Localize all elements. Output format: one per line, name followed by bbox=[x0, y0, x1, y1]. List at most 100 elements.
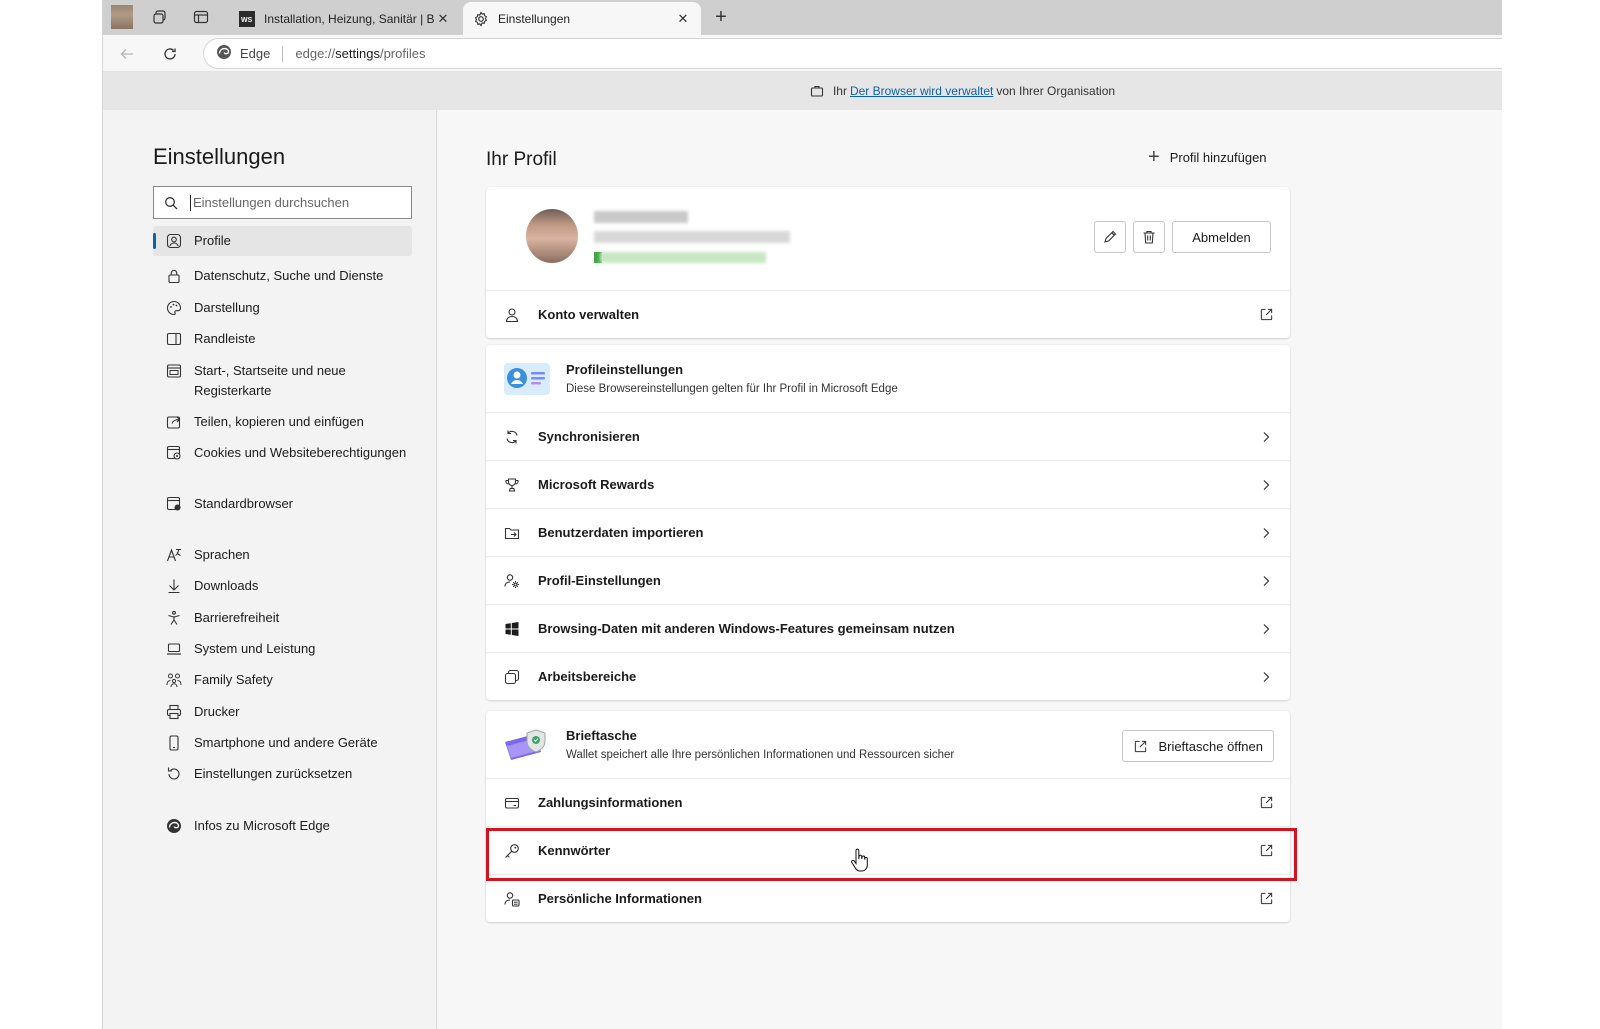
personal-info-icon bbox=[502, 889, 522, 909]
plus-icon: + bbox=[1148, 146, 1160, 168]
languages-icon bbox=[165, 545, 183, 565]
signout-button[interactable]: Abmelden bbox=[1172, 221, 1271, 253]
personal-info-row[interactable]: Persönliche Informationen bbox=[486, 874, 1290, 922]
add-profile-label: Profil hinzufügen bbox=[1169, 149, 1267, 165]
sidebar-item-downloads[interactable]: Downloads bbox=[153, 571, 412, 601]
sidebar-item-accessibility[interactable]: Barrierefreiheit bbox=[153, 603, 412, 633]
chevron-right-icon bbox=[1256, 667, 1276, 687]
windows-features-row[interactable]: Browsing-Daten mit anderen Windows-Featu… bbox=[486, 604, 1290, 652]
new-tab-button[interactable]: + bbox=[709, 6, 733, 30]
row-label: Benutzerdaten importieren bbox=[538, 525, 704, 540]
profile-avatar-button[interactable] bbox=[111, 5, 133, 29]
managed-suffix: von Ihrer Organisation bbox=[996, 84, 1116, 98]
default-browser-icon bbox=[165, 494, 183, 514]
sidebar-item-printers[interactable]: Drucker bbox=[153, 697, 412, 727]
open-wallet-button[interactable]: Brieftasche öffnen bbox=[1122, 730, 1274, 762]
card-icon bbox=[502, 793, 522, 813]
wallet-card: Brieftasche Wallet speichert alle Ihre p… bbox=[486, 711, 1290, 922]
row-label: Kennwörter bbox=[538, 843, 611, 858]
sidebar-item-reset[interactable]: Einstellungen zurücksetzen bbox=[153, 759, 412, 789]
edit-profile-button[interactable] bbox=[1094, 221, 1126, 253]
tab-installation[interactable]: WS Installation, Heizung, Sanitär | Bac … bbox=[229, 2, 461, 35]
lock-icon bbox=[165, 266, 183, 286]
managed-infobar: Ihr Der Browser wird verwaltet von Ihrer… bbox=[103, 72, 1502, 110]
workspaces-icon[interactable] bbox=[147, 4, 175, 30]
row-label: Arbeitsbereiche bbox=[538, 669, 637, 684]
page-title: Ihr Profil bbox=[486, 149, 557, 170]
pencil-icon bbox=[1102, 229, 1118, 245]
sidebar-item-label: Sprachen bbox=[194, 547, 250, 562]
sidebar-item-label: Barrierefreiheit bbox=[194, 610, 280, 625]
external-link-icon bbox=[1256, 889, 1276, 909]
workspaces-row[interactable]: Arbeitsbereiche bbox=[486, 652, 1290, 700]
gear-icon bbox=[473, 10, 489, 27]
settings-sidebar: Einstellungen Einstellungen durchsuchen … bbox=[103, 110, 437, 1029]
vertical-tabs-icon[interactable] bbox=[187, 4, 215, 30]
search-placeholder: Einstellungen durchsuchen bbox=[193, 195, 350, 210]
address-bar[interactable]: Edge edge://settings/profiles bbox=[203, 38, 1502, 69]
search-input[interactable]: Einstellungen durchsuchen bbox=[153, 186, 412, 219]
external-link-icon bbox=[1133, 739, 1148, 754]
sidebar-item-label: Family Safety bbox=[194, 672, 273, 687]
briefcase-icon bbox=[810, 84, 824, 98]
edge-icon bbox=[165, 816, 183, 836]
tab-title: Installation, Heizung, Sanitär | Bac bbox=[264, 11, 435, 26]
text-caret bbox=[190, 194, 191, 211]
payment-info-row[interactable]: Zahlungsinformationen bbox=[486, 778, 1290, 826]
close-icon[interactable]: ✕ bbox=[675, 11, 691, 27]
rewards-row[interactable]: Microsoft Rewards bbox=[486, 460, 1290, 508]
sidebar-item-cookies[interactable]: Cookies und Websiteberechtigungen bbox=[153, 438, 412, 468]
accessibility-icon bbox=[165, 608, 183, 628]
chevron-right-icon bbox=[1256, 523, 1276, 543]
sidebar-item-family[interactable]: Family Safety bbox=[153, 665, 412, 695]
manage-account-row[interactable]: Konto verwalten bbox=[486, 290, 1290, 338]
add-profile-button[interactable]: + Profil hinzufügen bbox=[1148, 146, 1267, 168]
sidebar-item-sidebar[interactable]: Randleiste bbox=[153, 324, 412, 354]
sidebar-item-label: Einstellungen zurücksetzen bbox=[194, 766, 353, 781]
windows-icon bbox=[502, 619, 522, 639]
sidebar-item-system[interactable]: System und Leistung bbox=[153, 634, 412, 664]
laptop-icon bbox=[165, 639, 183, 659]
sidebar-item-profile[interactable]: Profile bbox=[153, 226, 412, 256]
sidebar-item-privacy[interactable]: Datenschutz, Suche und Dienste bbox=[153, 261, 412, 291]
sidebar-item-phone[interactable]: Smartphone und andere Geräte bbox=[153, 728, 412, 758]
sidebar-item-label: System und Leistung bbox=[194, 641, 316, 656]
home-tab-icon bbox=[165, 361, 183, 381]
sidebar-item-label: Infos zu Microsoft Edge bbox=[194, 818, 330, 833]
profile-preferences-row[interactable]: Profil-Einstellungen bbox=[486, 556, 1290, 604]
address-url: edge://settings/profiles bbox=[295, 46, 426, 61]
profile-icon bbox=[165, 231, 183, 251]
sync-row[interactable]: Synchronisieren bbox=[486, 412, 1290, 460]
managed-link[interactable]: Der Browser wird verwaltet bbox=[850, 84, 993, 98]
sidebar-item-share[interactable]: Teilen, kopieren und einfügen bbox=[153, 407, 412, 437]
profile-settings-subtitle: Diese Browsereinstellungen gelten für Ih… bbox=[566, 383, 898, 395]
sidebar-item-start[interactable]: Start-, Startseite und neue Registerkart… bbox=[153, 356, 412, 406]
import-row[interactable]: Benutzerdaten importieren bbox=[486, 508, 1290, 556]
profile-settings-illustration-icon bbox=[502, 359, 552, 399]
passwords-row[interactable]: Kennwörter bbox=[486, 826, 1290, 874]
refresh-icon[interactable] bbox=[156, 40, 184, 68]
delete-profile-button[interactable] bbox=[1133, 221, 1165, 253]
tab-strip: WS Installation, Heizung, Sanitär | Bac … bbox=[103, 0, 1502, 35]
profile-settings-card: Profileinstellungen Diese Browsereinstel… bbox=[486, 345, 1290, 700]
close-icon[interactable]: ✕ bbox=[435, 11, 451, 27]
sidebar-icon bbox=[165, 329, 183, 349]
family-icon bbox=[165, 670, 183, 690]
sidebar-item-default-browser[interactable]: Standardbrowser bbox=[153, 489, 412, 519]
sidebar-item-languages[interactable]: Sprachen bbox=[153, 540, 412, 570]
profile-name-redacted bbox=[594, 211, 688, 223]
workspaces-icon bbox=[502, 667, 522, 687]
sidebar-item-label: Profile bbox=[194, 233, 231, 248]
row-label: Synchronisieren bbox=[538, 429, 640, 444]
wallet-subtitle: Wallet speichert alle Ihre persönlichen … bbox=[566, 749, 955, 761]
row-label: Microsoft Rewards bbox=[538, 477, 655, 492]
sidebar-item-label: Standardbrowser bbox=[194, 496, 293, 511]
import-icon bbox=[502, 523, 522, 543]
back-icon[interactable] bbox=[113, 40, 141, 68]
tab-einstellungen[interactable]: Einstellungen ✕ bbox=[463, 2, 701, 35]
ws-favicon: WS bbox=[239, 10, 255, 27]
sidebar-item-about[interactable]: Infos zu Microsoft Edge bbox=[153, 811, 412, 841]
sidebar-item-appearance[interactable]: Darstellung bbox=[153, 293, 412, 323]
sidebar-item-label: Darstellung bbox=[194, 300, 260, 315]
phone-icon bbox=[165, 733, 183, 753]
